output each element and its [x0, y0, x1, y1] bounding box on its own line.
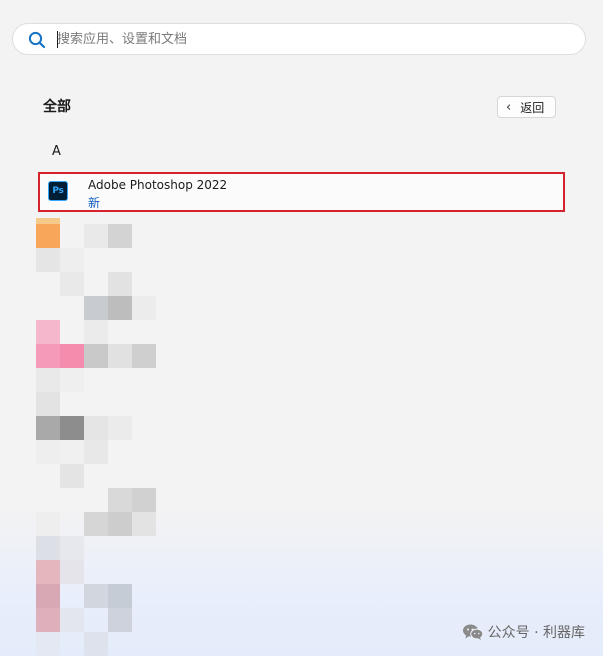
mosaic-tiles — [36, 218, 156, 656]
search-input[interactable] — [57, 26, 557, 52]
search-icon — [28, 31, 46, 49]
photoshop-icon-text: Ps — [52, 186, 64, 196]
photoshop-icon: Ps — [48, 181, 68, 201]
search-box[interactable] — [12, 23, 586, 55]
app-item-photoshop[interactable]: Ps Adobe Photoshop 2022 新 — [38, 172, 565, 212]
chevron-left-icon: ‹ — [506, 99, 512, 115]
watermark-text: 公众号 · 利器库 — [487, 625, 585, 641]
app-name: Adobe Photoshop 2022 — [88, 178, 228, 192]
letter-group-header[interactable]: A — [52, 144, 61, 159]
new-badge: 新 — [88, 196, 101, 210]
back-button-label: 返回 — [520, 100, 545, 115]
wechat-icon — [462, 624, 483, 640]
back-button[interactable]: ‹ 返回 — [497, 96, 556, 118]
watermark: 公众号 · 利器库 — [462, 622, 585, 642]
section-title: 全部 — [43, 99, 71, 115]
